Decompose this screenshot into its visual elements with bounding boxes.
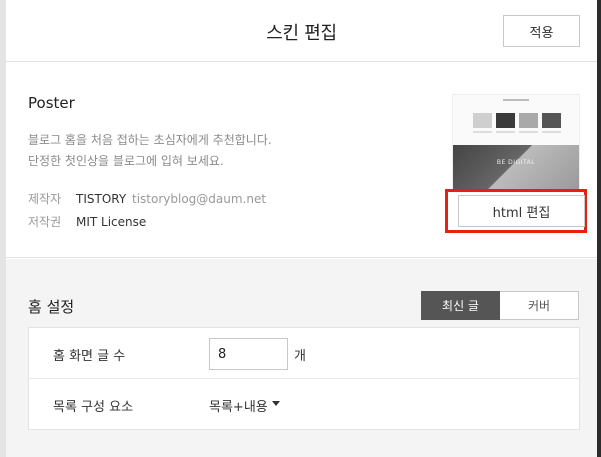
caret-down-icon[interactable] [272,401,280,406]
thumbnail-line [496,131,515,133]
home-type-toggle: 최신 글 커버 [421,291,579,320]
post-count-row: 홈 화면 글 수 개 [29,328,579,379]
thumbnail-line [542,131,561,133]
license-row: 저작권 MIT License [28,213,146,230]
thumbnail-text: BE DIGITAL [496,159,536,166]
toggle-latest-posts[interactable]: 최신 글 [421,291,500,320]
skin-description-line2: 단정한 첫인상을 블로그에 입혀 보세요. [28,154,224,168]
maker-label: 제작자 [28,192,62,206]
window-edge [597,0,601,457]
thumbnail-tile [542,113,561,128]
license-label: 저작권 [28,215,62,229]
thumbnail-tile [519,113,538,128]
home-settings-title: 홈 설정 [28,298,75,316]
thumbnail-line [519,131,538,133]
home-settings-section: 홈 설정 최신 글 커버 홈 화면 글 수 개 목록 구성 요소 목록+내용 [6,259,597,457]
skin-description-line1: 블로그 홈을 처음 접하는 초심자에게 추천합니다. [28,133,272,147]
toggle-cover[interactable]: 커버 [500,291,579,320]
thumbnail-tile [496,113,515,128]
html-edit-button[interactable]: html 편집 [458,195,585,227]
thumbnail-line [473,131,492,133]
skin-description: 블로그 홈을 처음 접하는 초심자에게 추천합니다. 단정한 첫인상을 블로그에… [28,130,272,172]
maker-name: TISTORY [76,192,127,206]
post-count-input[interactable] [209,338,288,370]
maker-row: 제작자 TISTORY tistoryblog@daum.net [28,190,266,207]
post-count-unit: 개 [294,349,306,364]
home-settings-box: 홈 화면 글 수 개 목록 구성 요소 목록+내용 [28,327,580,430]
maker-email: tistoryblog@daum.net [132,192,267,206]
skin-thumbnail: BE DIGITAL [452,94,580,190]
list-composition-select[interactable]: 목록+내용 [209,396,268,415]
skin-name: Poster [28,94,75,112]
thumbnail-nav [503,99,529,101]
skin-info-section: Poster 블로그 홈을 처음 접하는 초심자에게 추천합니다. 단정한 첫인… [6,62,597,258]
post-count-label: 홈 화면 글 수 [53,349,126,364]
header: 스킨 편집 적용 [6,0,597,62]
thumbnail-tile [473,113,492,128]
license-value: MIT License [76,215,147,229]
list-composition-row: 목록 구성 요소 목록+내용 [29,379,579,430]
list-composition-label: 목록 구성 요소 [53,400,134,415]
thumbnail-banner [453,145,579,189]
apply-button[interactable]: 적용 [503,15,580,47]
